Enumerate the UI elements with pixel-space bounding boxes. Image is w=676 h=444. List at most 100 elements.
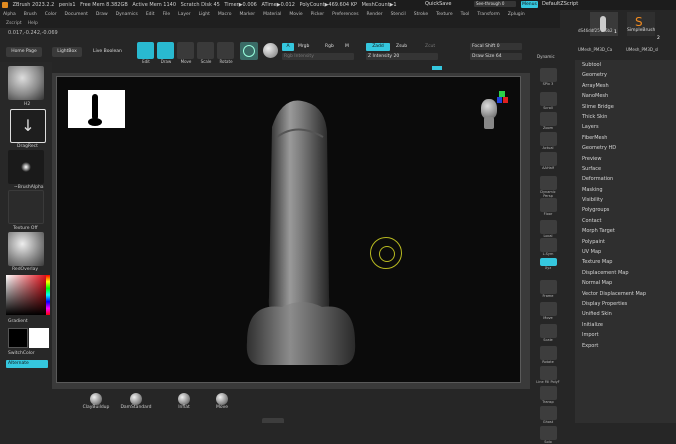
submenu-geometry[interactable]: Geometry xyxy=(575,70,676,80)
right-shelf-scroll-button[interactable]: Scroll xyxy=(536,92,560,110)
material-swatch-icon[interactable] xyxy=(263,43,278,58)
submenu-vector-displacement-map[interactable]: Vector Displacement Map xyxy=(575,289,676,299)
right-shelf-l-sym-button[interactable]: L.Sym xyxy=(536,238,560,256)
menu-texture[interactable]: Texture xyxy=(436,12,452,17)
bottom-scroll-handle[interactable] xyxy=(262,418,284,423)
menu-light[interactable]: Light xyxy=(199,12,210,17)
menu-color[interactable]: Color xyxy=(45,12,57,17)
right-shelf-floor-button[interactable]: Floor xyxy=(536,198,560,216)
submenu-displacement-map[interactable]: Displacement Map xyxy=(575,268,676,278)
bottom-brush-move[interactable]: Move xyxy=(202,393,242,410)
right-shelf-zoom-button[interactable]: Zoom xyxy=(536,112,560,130)
submenu-layers[interactable]: Layers xyxy=(575,122,676,132)
lightbox-button[interactable]: LightBox xyxy=(52,47,82,57)
right-shelf-frame-button[interactable]: Frame xyxy=(536,280,560,298)
menu-movie[interactable]: Movie xyxy=(289,12,302,17)
tool-rotate-button[interactable]: Rotate xyxy=(216,42,236,64)
tool-draw-button[interactable]: Draw xyxy=(156,42,176,64)
stroke-thumb[interactable]: ↓ xyxy=(10,109,46,143)
brush-thumb[interactable] xyxy=(8,66,44,100)
alternate-button[interactable]: Alternate xyxy=(6,360,48,368)
quicksave-button[interactable]: QuickSave xyxy=(425,1,451,7)
mrgb-button[interactable]: Mrgb xyxy=(298,44,309,49)
right-shelf-rotate-button[interactable]: Rotate xyxy=(536,346,560,364)
menu-tool[interactable]: Tool xyxy=(461,12,470,17)
sculpt-model[interactable] xyxy=(237,97,367,387)
bottom-brush-claybuildup[interactable]: ClayBuildup xyxy=(76,393,116,410)
right-shelf-xyz-button[interactable]: Xyz xyxy=(536,258,560,270)
menus-button[interactable]: Menus xyxy=(521,1,538,8)
viewport-canvas[interactable] xyxy=(56,76,521,383)
menu-preferences[interactable]: Preferences xyxy=(332,12,358,17)
alpha-thumb[interactable] xyxy=(8,150,44,184)
material-thumb[interactable] xyxy=(8,232,44,266)
submenu-subtool[interactable]: Subtool xyxy=(575,60,676,70)
menu-zscript[interactable]: Zscript xyxy=(6,21,22,26)
submenu-morph-target[interactable]: Morph Target xyxy=(575,226,676,236)
submenu-visibility[interactable]: Visibility xyxy=(575,195,676,205)
submenu-display-properties[interactable]: Display Properties xyxy=(575,299,676,309)
gradient-label[interactable]: Gradient xyxy=(8,319,28,324)
menu-layer[interactable]: Layer xyxy=(178,12,191,17)
menu-stroke[interactable]: Stroke xyxy=(414,12,428,17)
hue-slider[interactable] xyxy=(46,275,50,315)
menu-macro[interactable]: Macro xyxy=(218,12,232,17)
menu-edit[interactable]: Edit xyxy=(146,12,155,17)
right-shelf-aahalf-button[interactable]: AAHalf xyxy=(536,152,560,170)
submenu-nanomesh[interactable]: NanoMesh xyxy=(575,91,676,101)
menu-brush[interactable]: Brush xyxy=(24,12,37,17)
secondary-color-swatch[interactable] xyxy=(29,328,49,348)
submenu-fibermesh[interactable]: FiberMesh xyxy=(575,133,676,143)
right-shelf-ghost-button[interactable]: Ghost xyxy=(536,406,560,424)
menu-stencil[interactable]: Stencil xyxy=(391,12,406,17)
right-shelf-line-fill-polyf-button[interactable]: Line Fill PolyF xyxy=(536,366,560,384)
zadd-button[interactable]: Zadd xyxy=(366,43,390,51)
focal-shift-slider[interactable]: Focal Shift 0 xyxy=(470,43,522,50)
submenu-unified-skin[interactable]: Unified Skin xyxy=(575,309,676,319)
menu-dynamics[interactable]: Dynamics xyxy=(116,12,138,17)
menu-transform[interactable]: Transform xyxy=(477,12,499,17)
rgb-button[interactable]: Rgb xyxy=(325,44,334,49)
texture-thumb[interactable] xyxy=(8,190,44,224)
color-picker[interactable] xyxy=(6,275,46,315)
bottom-brush-damstandard[interactable]: DamStandard xyxy=(116,393,156,410)
submenu-contact[interactable]: Contact xyxy=(575,216,676,226)
m-button[interactable]: M xyxy=(345,44,349,49)
submenu-polypaint[interactable]: Polypaint xyxy=(575,237,676,247)
tool-scale-button[interactable]: Scale xyxy=(196,42,216,64)
submenu-preview[interactable]: Preview xyxy=(575,154,676,164)
default-zscript-button[interactable]: DefaultZScript xyxy=(542,1,578,7)
submenu-deformation[interactable]: Deformation xyxy=(575,174,676,184)
submenu-slime-bridge[interactable]: Slime Bridge xyxy=(575,102,676,112)
submenu-masking[interactable]: Masking xyxy=(575,185,676,195)
submenu-initialize[interactable]: Initialize xyxy=(575,320,676,330)
right-shelf-scale-button[interactable]: Scale xyxy=(536,324,560,342)
a-button[interactable]: A xyxy=(282,43,294,51)
menu-zplugin[interactable]: Zplugin xyxy=(508,12,525,17)
submenu-import[interactable]: Import xyxy=(575,330,676,340)
zsub-button[interactable]: Zsub xyxy=(396,44,407,49)
zcut-button[interactable]: Zcut xyxy=(425,44,435,49)
head-navigator-icon[interactable] xyxy=(475,89,509,133)
rgb-intensity-slider[interactable]: Rgb Intensity xyxy=(282,53,354,60)
bottom-brush-inflat[interactable]: Inflat xyxy=(164,393,204,410)
right-shelf-local-button[interactable]: Local xyxy=(536,220,560,238)
submenu-uv-map[interactable]: UV Map xyxy=(575,247,676,257)
sphere-tool-icon[interactable] xyxy=(240,42,258,60)
submenu-normal-map[interactable]: Normal Map xyxy=(575,278,676,288)
primary-color-swatch[interactable] xyxy=(8,328,28,348)
submenu-geometry-hd[interactable]: Geometry HD xyxy=(575,143,676,153)
right-shelf-spix-3-button[interactable]: SPix 3 xyxy=(536,68,560,86)
submenu-surface[interactable]: Surface xyxy=(575,164,676,174)
right-shelf-actual-button[interactable]: Actual xyxy=(536,132,560,150)
live-boolean-button[interactable]: Live Boolean xyxy=(93,49,122,54)
submenu-thick-skin[interactable]: Thick Skin xyxy=(575,112,676,122)
menu-material[interactable]: Material xyxy=(263,12,281,17)
home-page-button[interactable]: Home Page xyxy=(6,47,42,57)
switch-color-button[interactable]: SwitchColor xyxy=(8,351,35,356)
menu-render[interactable]: Render xyxy=(367,12,383,17)
menu-document[interactable]: Document xyxy=(65,12,88,17)
menu-picker[interactable]: Picker xyxy=(311,12,324,17)
draw-size-slider[interactable]: Draw Size 64 xyxy=(470,53,522,60)
submenu-texture-map[interactable]: Texture Map xyxy=(575,257,676,267)
